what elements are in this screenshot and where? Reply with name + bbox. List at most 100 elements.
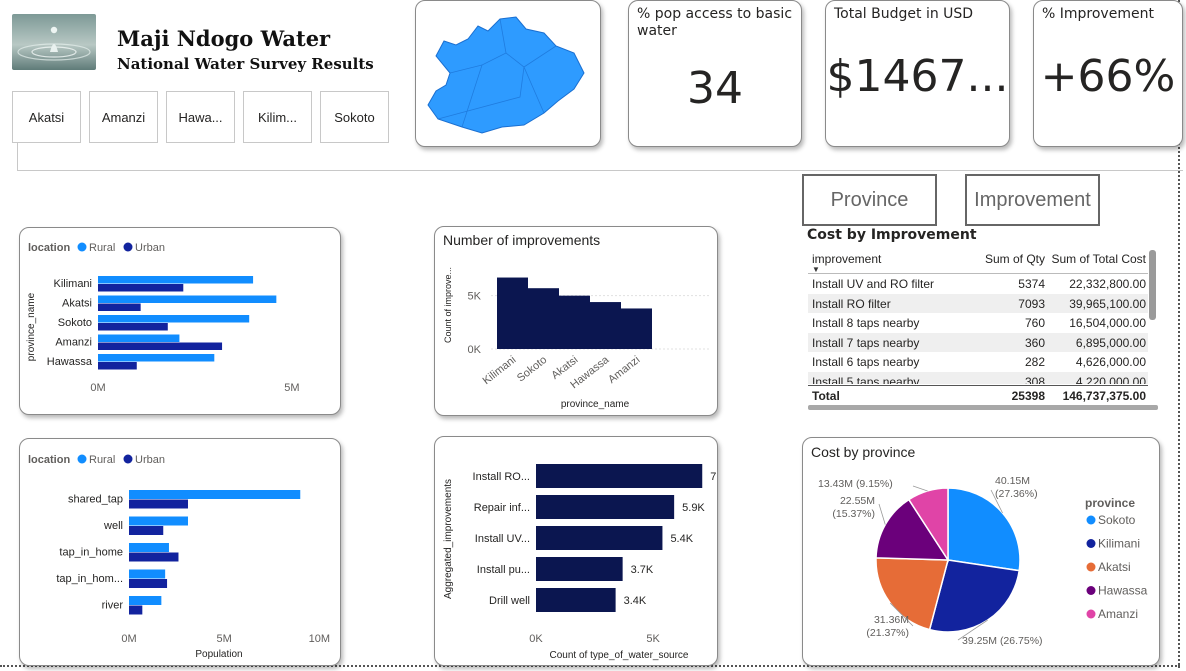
legend-label[interactable]: Kilimani — [1098, 537, 1140, 551]
improvements-by-type-card[interactable]: Install RO... 7.1K Repair inf... 5.9K Instal… — [434, 436, 718, 666]
cell-qty: 308 — [1024, 374, 1045, 385]
column-header-qty[interactable]: Sum of Qty — [985, 252, 1045, 266]
bar[interactable] — [590, 302, 621, 349]
bar-rural[interactable] — [98, 295, 277, 304]
legend-marker[interactable] — [1086, 539, 1096, 548]
cell-total-cost: 39,965,100.00 — [1069, 296, 1146, 311]
country-map-icon — [427, 16, 585, 134]
table-total-row: Total 25398 146,737,375.00 — [808, 385, 1148, 405]
tab-province[interactable]: Province — [802, 174, 937, 226]
kpi-value: $1467... — [826, 51, 1009, 102]
legend-label[interactable]: Urban — [135, 454, 165, 466]
table-row[interactable]: Install 5 taps nearby 308 4,220,000.00 — [808, 371, 1148, 385]
legend-label[interactable]: Amanzi — [1098, 607, 1138, 621]
bar-rural[interactable] — [98, 334, 180, 343]
pie-slice-sokoto[interactable] — [947, 487, 1021, 572]
table-row[interactable]: Install 7 taps nearby 360 6,895,000.00 — [808, 332, 1148, 352]
legend-marker[interactable] — [1086, 515, 1096, 525]
bar[interactable] — [536, 557, 623, 581]
cell-qty: 5374 — [1018, 277, 1045, 291]
bar-urban[interactable] — [129, 605, 143, 615]
bar-urban[interactable] — [129, 552, 179, 562]
bar[interactable] — [528, 288, 559, 349]
slicer-akatsi[interactable]: Akatsi — [12, 91, 81, 143]
bar-rural[interactable] — [129, 596, 162, 605]
table-vertical-scrollbar[interactable] — [1149, 250, 1156, 320]
tab-improvement[interactable]: Improvement — [965, 174, 1100, 226]
legend-label[interactable]: Sokoto — [1098, 513, 1136, 527]
bar[interactable] — [497, 277, 528, 349]
bar[interactable] — [559, 295, 590, 349]
bar[interactable] — [536, 588, 616, 612]
pop-by-source-card[interactable]: location Rural Urban shared_tap well tap_in_h… — [19, 438, 341, 666]
kpi-improvement[interactable]: % Improvement +66% — [1033, 0, 1183, 147]
chart-title: Cost by province — [811, 444, 915, 460]
legend-marker[interactable] — [1086, 562, 1096, 572]
table-row[interactable]: Install 6 taps nearby 282 4,626,000.00 — [808, 352, 1148, 372]
legend-label[interactable]: Rural — [89, 454, 115, 466]
bar-urban[interactable] — [98, 342, 223, 351]
bar-rural[interactable] — [98, 276, 254, 284]
bar[interactable] — [621, 308, 652, 349]
category-label: Drill well — [489, 595, 530, 607]
bar-urban[interactable] — [98, 323, 168, 331]
slicer-sokoto[interactable]: Sokoto — [320, 91, 389, 143]
legend-label[interactable]: Akatsi — [1098, 560, 1131, 574]
cost-by-province-card[interactable]: Cost by province 40.15M (27.36%) 39.25M (26… — [802, 437, 1160, 666]
bar[interactable] — [536, 495, 675, 519]
data-label: 3.4K — [624, 595, 647, 607]
legend-label[interactable]: Rural — [89, 242, 115, 254]
bar-rural[interactable] — [129, 543, 169, 552]
bar-urban[interactable] — [98, 303, 141, 312]
bar-rural[interactable] — [129, 490, 301, 499]
column-header-total-cost[interactable]: Sum of Total Cost — [1052, 252, 1147, 266]
pop-by-province-card[interactable]: location Rural Urban Kilimani Akatsi Sokoto Am… — [19, 227, 341, 415]
table-row[interactable]: Install UV and RO filter 5374 22,332,800.0… — [808, 274, 1148, 294]
sort-down-arrow-icon[interactable]: ▼ — [812, 265, 820, 274]
header-divider-left — [17, 142, 18, 171]
province-map-card[interactable] — [415, 0, 601, 147]
pie-data-label: 31.36M — [874, 614, 909, 626]
bar-urban[interactable] — [129, 499, 188, 509]
bar-rural[interactable] — [98, 354, 215, 362]
kpi-value: 34 — [687, 63, 743, 114]
bar-urban[interactable] — [129, 579, 168, 588]
bar-urban[interactable] — [98, 362, 137, 370]
legend-marker[interactable] — [77, 242, 87, 252]
bar-urban[interactable] — [98, 284, 184, 292]
report-title: Maji Ndogo Water — [117, 26, 331, 51]
slicer-hawassa[interactable]: Hawa... — [166, 91, 235, 143]
bar[interactable] — [536, 464, 703, 488]
improvements-by-province-card[interactable]: Number of improvements 0K 5K Kilimani Sokoto… — [434, 226, 718, 416]
y-axis-label: Aggregated_improvements — [443, 479, 454, 599]
table-horizontal-scrollbar[interactable] — [808, 405, 1158, 410]
bar-rural[interactable] — [129, 569, 166, 579]
category-label: tap_in_hom... — [56, 573, 123, 585]
y-axis-label: province_name — [26, 292, 37, 361]
cell-total-cost: 16,504,000.00 — [1069, 316, 1146, 330]
legend-title: location — [28, 242, 70, 254]
cell-qty: 360 — [1024, 335, 1045, 350]
cell-total-cost: 4,626,000.00 — [1075, 355, 1146, 369]
legend-marker[interactable] — [1086, 609, 1096, 619]
bar-urban[interactable] — [129, 526, 164, 535]
table-row[interactable]: Install RO filter 7093 39,965,100.00 — [808, 293, 1148, 313]
legend-label[interactable]: Hawassa — [1098, 584, 1148, 598]
slicer-amanzi[interactable]: Amanzi — [89, 91, 158, 143]
bar-rural[interactable] — [129, 516, 188, 526]
bar[interactable] — [536, 526, 663, 550]
table-row[interactable]: Install 8 taps nearby 760 16,504,000.00 — [808, 313, 1148, 333]
category-label: Sokoto — [58, 317, 92, 329]
kpi-basic-water-access[interactable]: % pop access to basic water 34 — [628, 0, 802, 147]
slicer-kilimani[interactable]: Kilim... — [243, 91, 312, 143]
legend-marker[interactable] — [77, 454, 87, 464]
total-label: Total — [812, 389, 840, 403]
legend-marker[interactable] — [123, 454, 133, 464]
kpi-total-budget[interactable]: Total Budget in USD $1467... — [825, 0, 1010, 147]
legend-label[interactable]: Urban — [135, 242, 165, 254]
legend-marker[interactable] — [123, 242, 133, 252]
column-header-improvement[interactable]: improvement — [812, 252, 881, 266]
chart-title: Number of improvements — [443, 232, 600, 248]
bar-rural[interactable] — [98, 315, 250, 323]
legend-marker[interactable] — [1086, 586, 1096, 595]
